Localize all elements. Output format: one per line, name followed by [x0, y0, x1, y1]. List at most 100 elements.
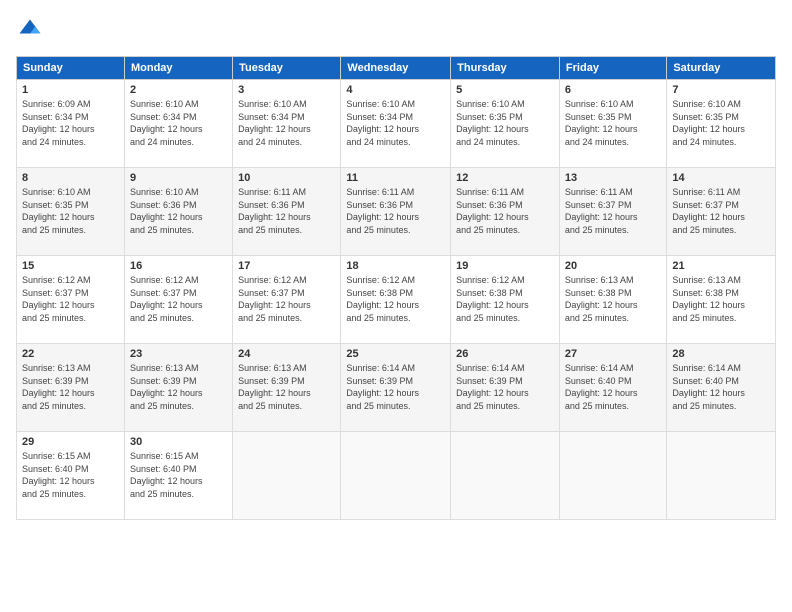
- calendar-cell: 13 Sunrise: 6:11 AMSunset: 6:37 PMDayligh…: [559, 168, 666, 256]
- day-number: 20: [565, 260, 661, 272]
- calendar-cell: [341, 432, 451, 520]
- calendar-cell: 24 Sunrise: 6:13 AMSunset: 6:39 PMDayligh…: [233, 344, 341, 432]
- day-info: Sunrise: 6:11 AMSunset: 6:36 PMDaylight:…: [346, 186, 445, 236]
- day-number: 11: [346, 172, 445, 184]
- day-info: Sunrise: 6:12 AMSunset: 6:38 PMDaylight:…: [346, 274, 445, 324]
- day-info: Sunrise: 6:13 AMSunset: 6:39 PMDaylight:…: [130, 362, 227, 412]
- calendar-cell: [559, 432, 666, 520]
- calendar-cell: 21 Sunrise: 6:13 AMSunset: 6:38 PMDayligh…: [667, 256, 776, 344]
- day-number: 28: [672, 348, 770, 360]
- day-number: 18: [346, 260, 445, 272]
- calendar-cell: 9 Sunrise: 6:10 AMSunset: 6:36 PMDaylight…: [124, 168, 232, 256]
- day-number: 2: [130, 84, 227, 96]
- day-number: 27: [565, 348, 661, 360]
- logo: [16, 16, 48, 44]
- day-number: 7: [672, 84, 770, 96]
- day-info: Sunrise: 6:11 AMSunset: 6:36 PMDaylight:…: [456, 186, 554, 236]
- calendar-cell: 25 Sunrise: 6:14 AMSunset: 6:39 PMDayligh…: [341, 344, 451, 432]
- calendar-header-tuesday: Tuesday: [233, 57, 341, 80]
- calendar-header-wednesday: Wednesday: [341, 57, 451, 80]
- calendar-header-thursday: Thursday: [451, 57, 560, 80]
- calendar-cell: 1 Sunrise: 6:09 AMSunset: 6:34 PMDaylight…: [17, 80, 125, 168]
- calendar-cell: 17 Sunrise: 6:12 AMSunset: 6:37 PMDayligh…: [233, 256, 341, 344]
- day-number: 8: [22, 172, 119, 184]
- calendar-cell: 16Sunrise: 6:12 AMSunset: 6:37 PMDayligh…: [124, 256, 232, 344]
- day-info: Sunrise: 6:11 AMSunset: 6:36 PMDaylight:…: [238, 186, 335, 236]
- calendar-cell: 29 Sunrise: 6:15 AMSunset: 6:40 PMDayligh…: [17, 432, 125, 520]
- day-info: Sunrise: 6:12 AMSunset: 6:38 PMDaylight:…: [456, 274, 554, 324]
- day-number: 1: [22, 84, 119, 96]
- calendar-header-saturday: Saturday: [667, 57, 776, 80]
- day-info: Sunrise: 6:14 AMSunset: 6:39 PMDaylight:…: [456, 362, 554, 412]
- day-info: Sunrise: 6:13 AMSunset: 6:39 PMDaylight:…: [238, 362, 335, 412]
- calendar-header-friday: Friday: [559, 57, 666, 80]
- page-container: SundayMondayTuesdayWednesdayThursdayFrid…: [0, 0, 792, 528]
- day-number: 10: [238, 172, 335, 184]
- calendar-cell: 26 Sunrise: 6:14 AMSunset: 6:39 PMDayligh…: [451, 344, 560, 432]
- day-info: Sunrise: 6:14 AMSunset: 6:40 PMDaylight:…: [565, 362, 661, 412]
- day-info: Sunrise: 6:13 AMSunset: 6:38 PMDaylight:…: [565, 274, 661, 324]
- calendar-cell: 18 Sunrise: 6:12 AMSunset: 6:38 PMDayligh…: [341, 256, 451, 344]
- day-number: 17: [238, 260, 335, 272]
- day-number: 19: [456, 260, 554, 272]
- day-number: 4: [346, 84, 445, 96]
- day-number: 3: [238, 84, 335, 96]
- day-info: Sunrise: 6:10 AMSunset: 6:34 PMDaylight:…: [346, 98, 445, 148]
- day-number: 6: [565, 84, 661, 96]
- calendar-cell: 10 Sunrise: 6:11 AMSunset: 6:36 PMDayligh…: [233, 168, 341, 256]
- day-info: Sunrise: 6:11 AMSunset: 6:37 PMDaylight:…: [672, 186, 770, 236]
- day-number: 29: [22, 436, 119, 448]
- day-number: 30: [130, 436, 227, 448]
- day-info: Sunrise: 6:14 AMSunset: 6:39 PMDaylight:…: [346, 362, 445, 412]
- header: [16, 16, 776, 44]
- calendar-week-row: 29 Sunrise: 6:15 AMSunset: 6:40 PMDayligh…: [17, 432, 776, 520]
- day-info: Sunrise: 6:12 AMSunset: 6:37 PMDaylight:…: [22, 274, 119, 324]
- day-info: Sunrise: 6:13 AMSunset: 6:39 PMDaylight:…: [22, 362, 119, 412]
- calendar-cell: 4 Sunrise: 6:10 AMSunset: 6:34 PMDaylight…: [341, 80, 451, 168]
- day-info: Sunrise: 6:10 AMSunset: 6:35 PMDaylight:…: [565, 98, 661, 148]
- day-number: 25: [346, 348, 445, 360]
- day-info: Sunrise: 6:11 AMSunset: 6:37 PMDaylight:…: [565, 186, 661, 236]
- day-number: 9: [130, 172, 227, 184]
- calendar-cell: 12 Sunrise: 6:11 AMSunset: 6:36 PMDayligh…: [451, 168, 560, 256]
- day-info: Sunrise: 6:10 AMSunset: 6:35 PMDaylight:…: [456, 98, 554, 148]
- calendar-cell: 15 Sunrise: 6:12 AMSunset: 6:37 PMDayligh…: [17, 256, 125, 344]
- day-number: 12: [456, 172, 554, 184]
- day-number: 21: [672, 260, 770, 272]
- day-info: Sunrise: 6:15 AMSunset: 6:40 PMDaylight:…: [22, 450, 119, 500]
- day-info: Sunrise: 6:10 AMSunset: 6:34 PMDaylight:…: [130, 98, 227, 148]
- calendar-header-row: SundayMondayTuesdayWednesdayThursdayFrid…: [17, 57, 776, 80]
- calendar-cell: 6 Sunrise: 6:10 AMSunset: 6:35 PMDaylight…: [559, 80, 666, 168]
- calendar-cell: 30Sunrise: 6:15 AMSunset: 6:40 PMDayligh…: [124, 432, 232, 520]
- day-info: Sunrise: 6:10 AMSunset: 6:36 PMDaylight:…: [130, 186, 227, 236]
- day-info: Sunrise: 6:10 AMSunset: 6:35 PMDaylight:…: [672, 98, 770, 148]
- calendar-cell: 28 Sunrise: 6:14 AMSunset: 6:40 PMDayligh…: [667, 344, 776, 432]
- calendar-week-row: 8 Sunrise: 6:10 AMSunset: 6:35 PMDaylight…: [17, 168, 776, 256]
- calendar-cell: 22 Sunrise: 6:13 AMSunset: 6:39 PMDayligh…: [17, 344, 125, 432]
- day-number: 15: [22, 260, 119, 272]
- calendar-week-row: 15 Sunrise: 6:12 AMSunset: 6:37 PMDayligh…: [17, 256, 776, 344]
- day-info: Sunrise: 6:12 AMSunset: 6:37 PMDaylight:…: [238, 274, 335, 324]
- day-number: 22: [22, 348, 119, 360]
- day-info: Sunrise: 6:13 AMSunset: 6:38 PMDaylight:…: [672, 274, 770, 324]
- logo-icon: [16, 16, 44, 44]
- day-number: 13: [565, 172, 661, 184]
- calendar-cell: 23 Sunrise: 6:13 AMSunset: 6:39 PMDayligh…: [124, 344, 232, 432]
- calendar-cell: 8 Sunrise: 6:10 AMSunset: 6:35 PMDaylight…: [17, 168, 125, 256]
- calendar-cell: [667, 432, 776, 520]
- day-number: 23: [130, 348, 227, 360]
- day-info: Sunrise: 6:14 AMSunset: 6:40 PMDaylight:…: [672, 362, 770, 412]
- calendar-cell: 2 Sunrise: 6:10 AMSunset: 6:34 PMDaylight…: [124, 80, 232, 168]
- day-number: 24: [238, 348, 335, 360]
- day-number: 26: [456, 348, 554, 360]
- calendar-cell: 5 Sunrise: 6:10 AMSunset: 6:35 PMDaylight…: [451, 80, 560, 168]
- calendar-cell: [451, 432, 560, 520]
- calendar-cell: 11 Sunrise: 6:11 AMSunset: 6:36 PMDayligh…: [341, 168, 451, 256]
- day-number: 5: [456, 84, 554, 96]
- day-info: Sunrise: 6:10 AMSunset: 6:34 PMDaylight:…: [238, 98, 335, 148]
- day-info: Sunrise: 6:09 AMSunset: 6:34 PMDaylight:…: [22, 98, 119, 148]
- calendar-cell: 20 Sunrise: 6:13 AMSunset: 6:38 PMDayligh…: [559, 256, 666, 344]
- calendar-table: SundayMondayTuesdayWednesdayThursdayFrid…: [16, 56, 776, 520]
- day-info: Sunrise: 6:10 AMSunset: 6:35 PMDaylight:…: [22, 186, 119, 236]
- calendar-week-row: 1 Sunrise: 6:09 AMSunset: 6:34 PMDaylight…: [17, 80, 776, 168]
